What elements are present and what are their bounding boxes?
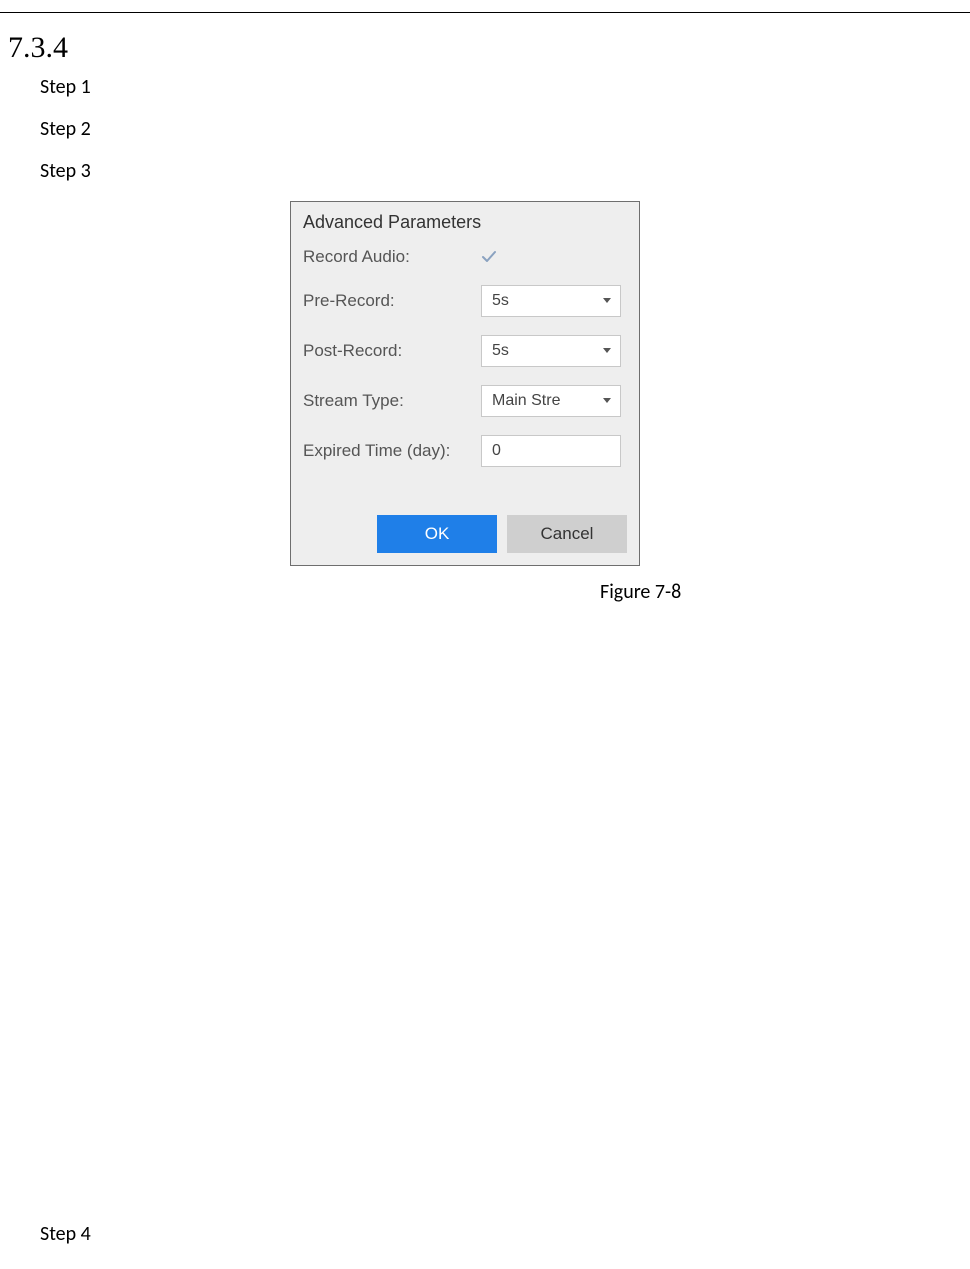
- chevron-down-icon: [602, 346, 612, 356]
- post-record-label: Post-Record:: [303, 341, 481, 361]
- step-4: Step 4: [40, 1222, 91, 1246]
- stream-type-select[interactable]: Main Stre: [481, 385, 621, 417]
- chevron-down-icon: [602, 396, 612, 406]
- row-post-record: Post-Record: 5s: [303, 335, 627, 367]
- record-audio-label: Record Audio:: [303, 247, 481, 267]
- expired-time-input[interactable]: 0: [481, 435, 621, 467]
- step-1: Step 1: [40, 75, 970, 99]
- figure-caption: Figure 7-8: [600, 580, 970, 604]
- dialog-title: Advanced Parameters: [291, 202, 639, 247]
- row-record-audio: Record Audio:: [303, 247, 627, 267]
- cancel-button[interactable]: Cancel: [507, 515, 627, 553]
- row-pre-record: Pre-Record: 5s: [303, 285, 627, 317]
- chevron-down-icon: [602, 296, 612, 306]
- post-record-select[interactable]: 5s: [481, 335, 621, 367]
- row-expired-time: Expired Time (day): 0: [303, 435, 627, 467]
- step-3: Step 3: [40, 159, 970, 183]
- post-record-value: 5s: [492, 342, 509, 360]
- step-2: Step 2: [40, 117, 970, 141]
- row-stream-type: Stream Type: Main Stre: [303, 385, 627, 417]
- section-number: 7.3.4: [8, 31, 970, 65]
- stream-type-value: Main Stre: [492, 392, 560, 410]
- pre-record-label: Pre-Record:: [303, 291, 481, 311]
- top-rule: [0, 12, 970, 13]
- expired-time-label: Expired Time (day):: [303, 441, 481, 461]
- pre-record-value: 5s: [492, 292, 509, 310]
- check-icon: [481, 249, 497, 265]
- stream-type-label: Stream Type:: [303, 391, 481, 411]
- advanced-parameters-dialog: Advanced Parameters Record Audio: Pre-Re…: [290, 201, 640, 566]
- expired-time-value: 0: [492, 442, 501, 460]
- pre-record-select[interactable]: 5s: [481, 285, 621, 317]
- ok-button[interactable]: OK: [377, 515, 497, 553]
- record-audio-checkbox[interactable]: [481, 249, 497, 265]
